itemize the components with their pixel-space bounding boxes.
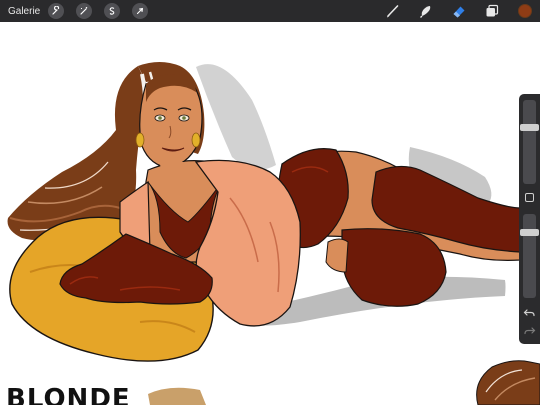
undo-icon[interactable] <box>523 306 536 319</box>
gallery-button[interactable]: Galerie <box>8 6 40 17</box>
hair-fragment <box>476 360 540 405</box>
modify-button[interactable] <box>525 193 534 202</box>
smudge-tool[interactable] <box>417 2 435 20</box>
smudge-icon <box>420 6 431 18</box>
brush-icon <box>387 5 399 18</box>
active-color-swatch <box>518 4 532 18</box>
brush-size-thumb[interactable] <box>520 123 539 131</box>
selection-s-icon <box>109 7 115 15</box>
brush-sidebar <box>519 94 540 344</box>
transform-tool[interactable] <box>132 3 149 19</box>
eraser-icon <box>453 6 465 18</box>
wrench-icon <box>52 6 60 15</box>
magic-wand-icon <box>80 7 88 15</box>
adjustments-tool[interactable] <box>76 3 93 19</box>
brush-size-track[interactable] <box>523 100 536 184</box>
opacity-thumb[interactable] <box>520 229 539 237</box>
layers-button[interactable] <box>483 2 501 20</box>
cursor-arrow-icon <box>137 7 144 15</box>
color-picker-button[interactable] <box>516 2 534 20</box>
layers-icon <box>486 4 499 17</box>
drawing-canvas[interactable]: BLONDE <box>0 22 540 405</box>
bottom-shading <box>148 387 206 405</box>
right-tool-group <box>369 0 534 22</box>
eraser-tool[interactable] <box>450 2 468 20</box>
redo-icon[interactable] <box>523 324 536 337</box>
artwork: BLONDE <box>6 62 540 405</box>
selection-tool[interactable] <box>104 3 121 19</box>
handwritten-label: BLONDE <box>6 384 131 405</box>
opacity-track[interactable] <box>523 214 536 298</box>
top-toolbar: Galerie <box>0 0 540 22</box>
actions-tool[interactable] <box>48 3 65 19</box>
brush-tool[interactable] <box>384 2 402 20</box>
